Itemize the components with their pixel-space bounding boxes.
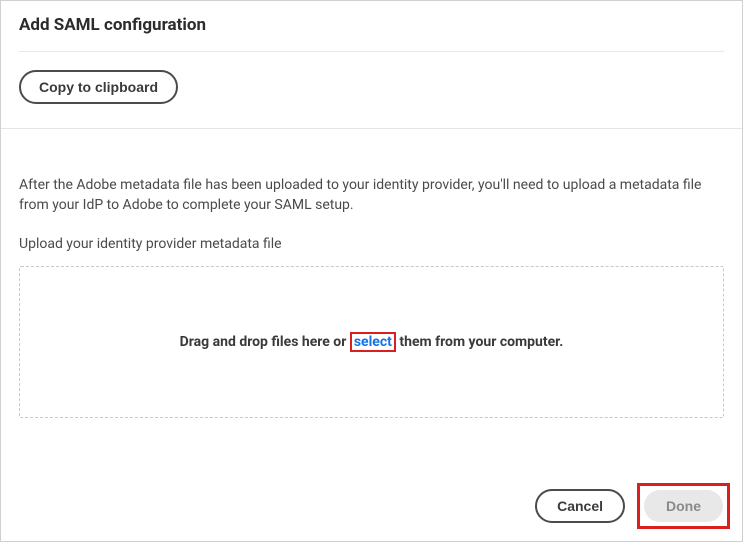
dialog-header: Add SAML configuration — [1, 1, 742, 51]
done-button[interactable]: Done — [644, 490, 723, 522]
cancel-button[interactable]: Cancel — [535, 489, 625, 523]
dialog-title: Add SAML configuration — [19, 15, 724, 35]
saml-config-dialog: Add SAML configuration Copy to clipboard… — [1, 1, 742, 541]
dropzone-prefix: Drag and drop files here or — [180, 334, 350, 350]
toolbar: Copy to clipboard — [1, 52, 742, 128]
dropzone-suffix: them from your computer. — [396, 334, 563, 350]
copy-to-clipboard-button[interactable]: Copy to clipboard — [19, 70, 178, 104]
description-text: After the Adobe metadata file has been u… — [19, 175, 724, 216]
done-button-highlight: Done — [637, 483, 730, 529]
file-dropzone[interactable]: Drag and drop files here or select them … — [19, 266, 724, 418]
dialog-footer: Cancel Done — [1, 467, 742, 541]
select-file-link[interactable]: select — [350, 332, 396, 352]
content-area: After the Adobe metadata file has been u… — [1, 129, 742, 467]
dropzone-text: Drag and drop files here or select them … — [180, 332, 564, 352]
upload-label: Upload your identity provider metadata f… — [19, 236, 724, 252]
